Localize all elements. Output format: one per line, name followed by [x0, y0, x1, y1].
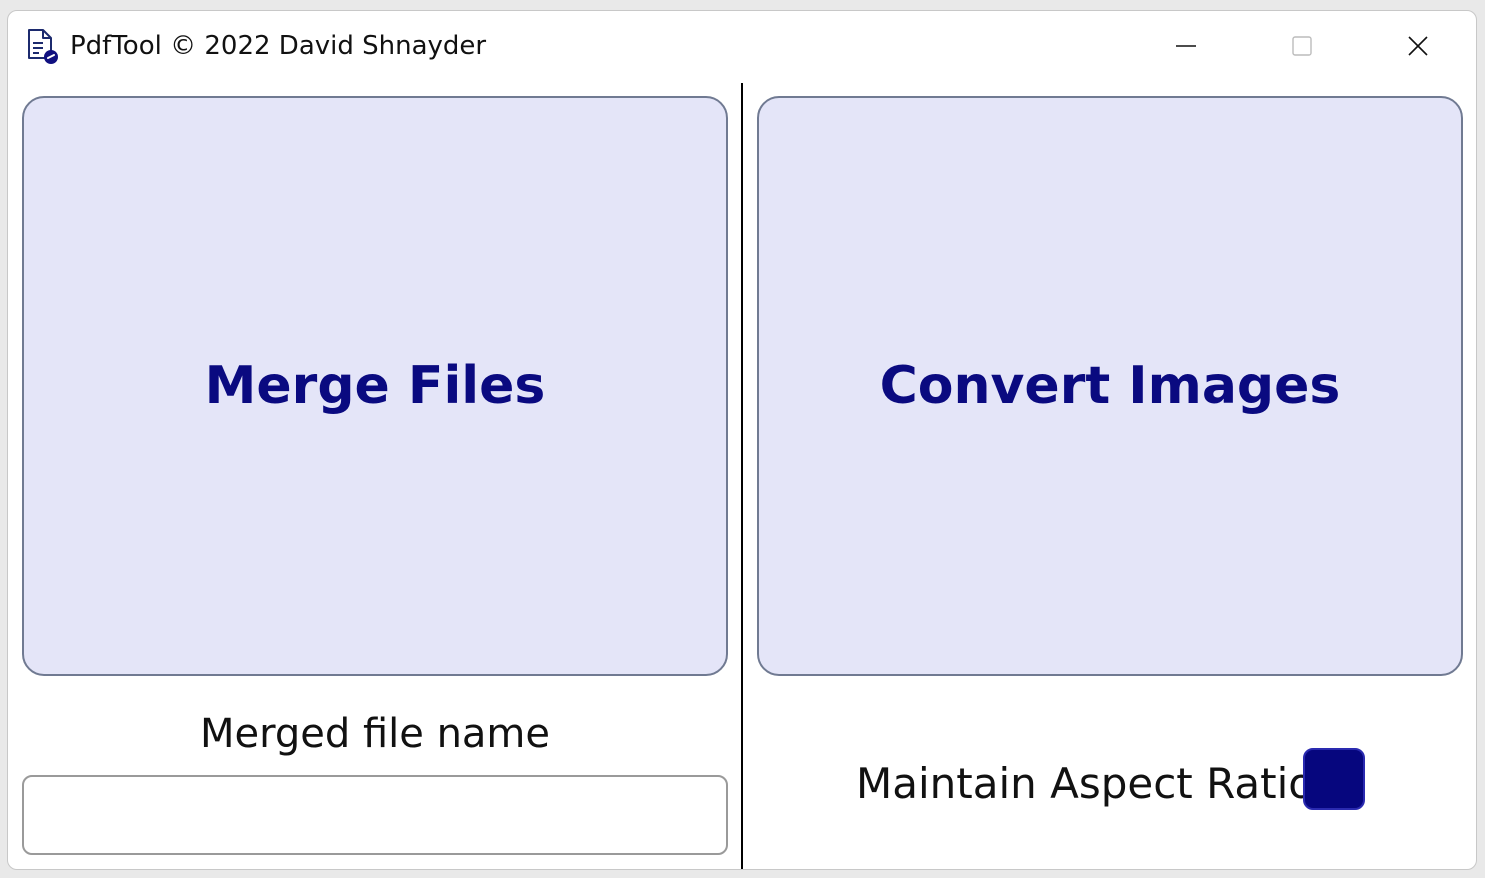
minimize-icon	[1176, 45, 1196, 47]
maximize-button[interactable]	[1244, 11, 1360, 81]
panel-divider	[741, 83, 743, 869]
merged-file-name-input[interactable]	[22, 775, 728, 855]
convert-images-label: Convert Images	[879, 356, 1341, 416]
merge-files-button[interactable]: Merge Files	[22, 96, 728, 676]
title-bar[interactable]: PdfTool © 2022 David Shnayder	[8, 11, 1476, 83]
merge-files-label: Merge Files	[204, 356, 546, 416]
minimize-button[interactable]	[1128, 11, 1244, 81]
app-window: PdfTool © 2022 David Shnayder Merge File…	[7, 10, 1477, 870]
maintain-aspect-ratio-label: Maintain Aspect Ratio	[856, 759, 1314, 808]
close-icon	[1408, 36, 1428, 56]
maintain-aspect-ratio-checkbox[interactable]	[1303, 748, 1365, 810]
close-button[interactable]	[1360, 11, 1476, 81]
merged-file-name-label: Merged file name	[199, 711, 551, 757]
convert-images-button[interactable]: Convert Images	[757, 96, 1463, 676]
window-title: PdfTool © 2022 David Shnayder	[70, 31, 487, 61]
maximize-icon	[1292, 36, 1312, 56]
pdf-document-icon	[26, 28, 60, 66]
